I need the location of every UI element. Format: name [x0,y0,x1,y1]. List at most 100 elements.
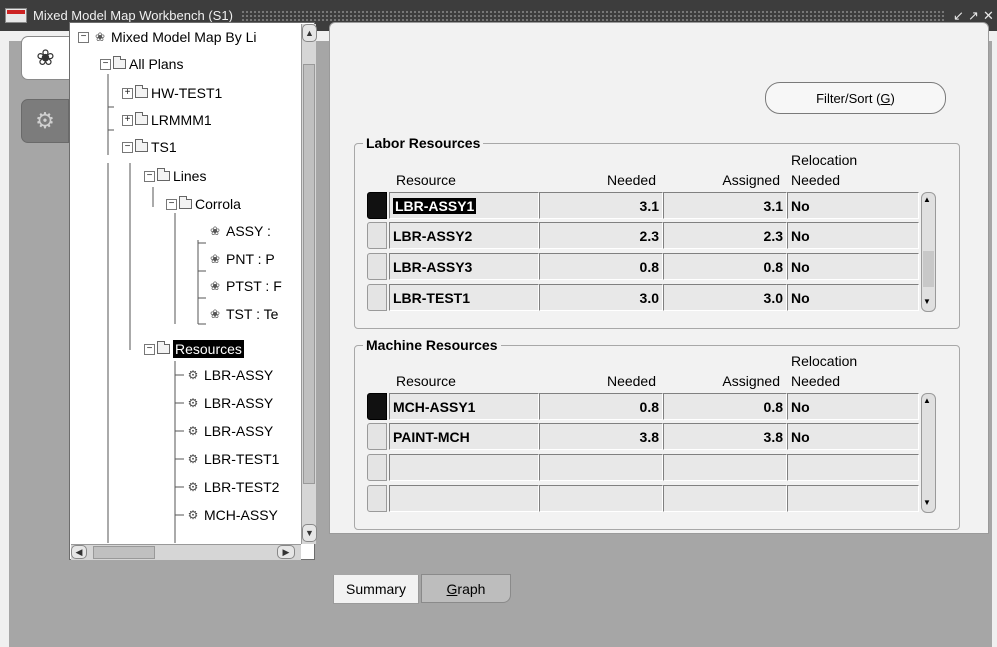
labor-cell-needed[interactable]: 2.3 [539,222,663,249]
gears-icon: ⚙ [35,108,55,133]
tree-node-plan-lrmmm1[interactable]: + LRMMM1 [122,110,300,130]
model-map-tab[interactable]: ❀ [21,36,69,80]
machine-cell-needed[interactable] [539,454,663,481]
machine-cell-needed[interactable]: 3.8 [539,423,663,450]
collapse-toggle-icon[interactable]: − [122,141,133,153]
resources-tab[interactable]: ⚙ [21,99,69,143]
tab-summary[interactable]: Summary [333,575,419,604]
labor-cell-needed[interactable]: 3.0 [539,284,663,311]
scroll-up-icon[interactable]: ▲ [923,195,931,204]
machine-cell-resource[interactable]: MCH-ASSY1 [389,393,539,420]
machine-cell-assigned[interactable] [663,485,787,512]
model-map-icon: ❀ [36,45,55,70]
expand-toggle-icon[interactable]: + [122,114,133,126]
tree-node-all-plans[interactable]: − All Plans [100,54,300,74]
tree-node-plan-hw-test1[interactable]: + HW-TEST1 [122,83,300,103]
labor-cell-relocation[interactable]: No [787,222,919,249]
labor-cell-assigned[interactable]: 0.8 [663,253,787,280]
collapse-toggle-icon[interactable]: − [144,343,155,355]
tree-vertical-scrollbar[interactable]: ▲ ▼ [301,24,317,544]
labor-cell-needed[interactable]: 3.1 [539,192,663,219]
machine-cell-relocation[interactable] [787,485,919,512]
scroll-down-icon[interactable]: ▼ [302,524,317,542]
scroll-down-icon[interactable]: ▼ [923,297,931,306]
tree-node-lines[interactable]: − Lines [144,166,300,186]
tree-node-label: ASSY : [226,223,271,239]
row-selector[interactable] [367,423,387,450]
expand-toggle-icon[interactable]: + [122,87,133,99]
machine-cell-resource[interactable] [389,485,539,512]
operation-icon: ❀ [209,252,221,266]
tab-graph[interactable]: Graph [421,574,511,603]
scroll-up-icon[interactable]: ▲ [302,24,317,42]
machine-cell-assigned[interactable]: 0.8 [663,393,787,420]
scroll-thumb[interactable] [303,64,315,484]
tree-node-label: LBR-TEST2 [204,479,280,495]
labor-col-relocation: Relocation [791,152,858,168]
row-selector[interactable] [367,222,387,249]
scroll-up-icon[interactable]: ▲ [923,396,931,405]
collapse-toggle-icon[interactable]: − [100,58,111,70]
machine-cell-needed[interactable] [539,485,663,512]
labor-cell-needed[interactable]: 0.8 [539,253,663,280]
tree-node-label: LBR-ASSY [204,423,274,439]
tree-node-root[interactable]: − ❀ Mixed Model Map By Li [78,27,300,47]
machine-cell-needed[interactable]: 0.8 [539,393,663,420]
tree-node-label: Corrola [195,196,241,212]
scroll-down-icon[interactable]: ▼ [923,498,931,507]
collapse-toggle-icon[interactable]: − [78,31,89,43]
tree-node-resources[interactable]: − Resources [144,339,300,359]
labor-cell-assigned[interactable]: 3.1 [663,192,787,219]
machine-cell-relocation[interactable]: No [787,393,919,420]
folder-icon [179,196,192,209]
labor-cell-assigned[interactable]: 3.0 [663,284,787,311]
tree-node-resource[interactable]: ⚙ LBR-TEST1 [184,449,300,469]
tree-node-resource[interactable]: ⚙ MCH-ASSY [184,505,300,525]
tree-node-line-corrola[interactable]: − Corrola [166,194,300,214]
collapse-toggle-icon[interactable]: − [166,198,177,210]
folder-icon [157,341,170,354]
labor-cell-relocation[interactable]: No [787,192,919,219]
labor-cell-relocation[interactable]: No [787,284,919,311]
tree-node-operation[interactable]: ❀ TST : Te [206,304,300,324]
row-selector-current[interactable] [367,192,387,219]
labor-grid-scrollbar[interactable]: ▲ ▼ [921,192,936,312]
machine-cell-resource[interactable] [389,454,539,481]
tree-node-resource[interactable]: ⚙ LBR-ASSY [184,421,300,441]
tree-node-plan-ts1[interactable]: − TS1 [122,137,300,157]
tree-node-label: MCH-ASSY [204,507,278,523]
machine-cell-resource[interactable]: PAINT-MCH [389,423,539,450]
folder-icon [113,56,126,69]
labor-cell-assigned[interactable]: 2.3 [663,222,787,249]
machine-cell-relocation[interactable]: No [787,423,919,450]
row-selector[interactable] [367,284,387,311]
scroll-thumb[interactable] [923,251,934,287]
tree-node-operation[interactable]: ❀ ASSY : [206,221,300,241]
machine-cell-assigned[interactable]: 3.8 [663,423,787,450]
scroll-left-icon[interactable]: ◀ [71,545,87,559]
row-selector[interactable] [367,454,387,481]
scroll-thumb[interactable] [93,546,155,559]
tree-node-resource[interactable]: ⚙ LBR-ASSY [184,365,300,385]
labor-cell-resource[interactable]: LBR-ASSY2 [389,222,539,249]
labor-cell-resource[interactable]: LBR-ASSY1 [389,192,539,219]
collapse-toggle-icon[interactable]: − [144,170,155,182]
scroll-right-icon[interactable]: ▶ [277,545,295,559]
tree-node-operation[interactable]: ❀ PTST : F [206,276,300,296]
labor-cell-resource[interactable]: LBR-TEST1 [389,284,539,311]
machine-cell-relocation[interactable] [787,454,919,481]
row-selector[interactable] [367,253,387,280]
filter-sort-button[interactable]: Filter/Sort (G) [765,82,946,114]
labor-cell-relocation[interactable]: No [787,253,919,280]
tree-horizontal-scrollbar[interactable]: ◀ ▶ [71,544,301,560]
machine-grid-scrollbar[interactable]: ▲ ▼ [921,393,936,513]
labor-cell-resource[interactable]: LBR-ASSY3 [389,253,539,280]
tab-summary-label: Summary [346,581,406,597]
row-selector[interactable] [367,485,387,512]
tree-node-resource[interactable]: ⚙ LBR-TEST2 [184,477,300,497]
navigator-tree[interactable]: − ❀ Mixed Model Map By Li − All Plans + … [69,22,317,560]
machine-cell-assigned[interactable] [663,454,787,481]
row-selector-current[interactable] [367,393,387,420]
tree-node-operation[interactable]: ❀ PNT : P [206,249,300,269]
tree-node-resource[interactable]: ⚙ LBR-ASSY [184,393,300,413]
